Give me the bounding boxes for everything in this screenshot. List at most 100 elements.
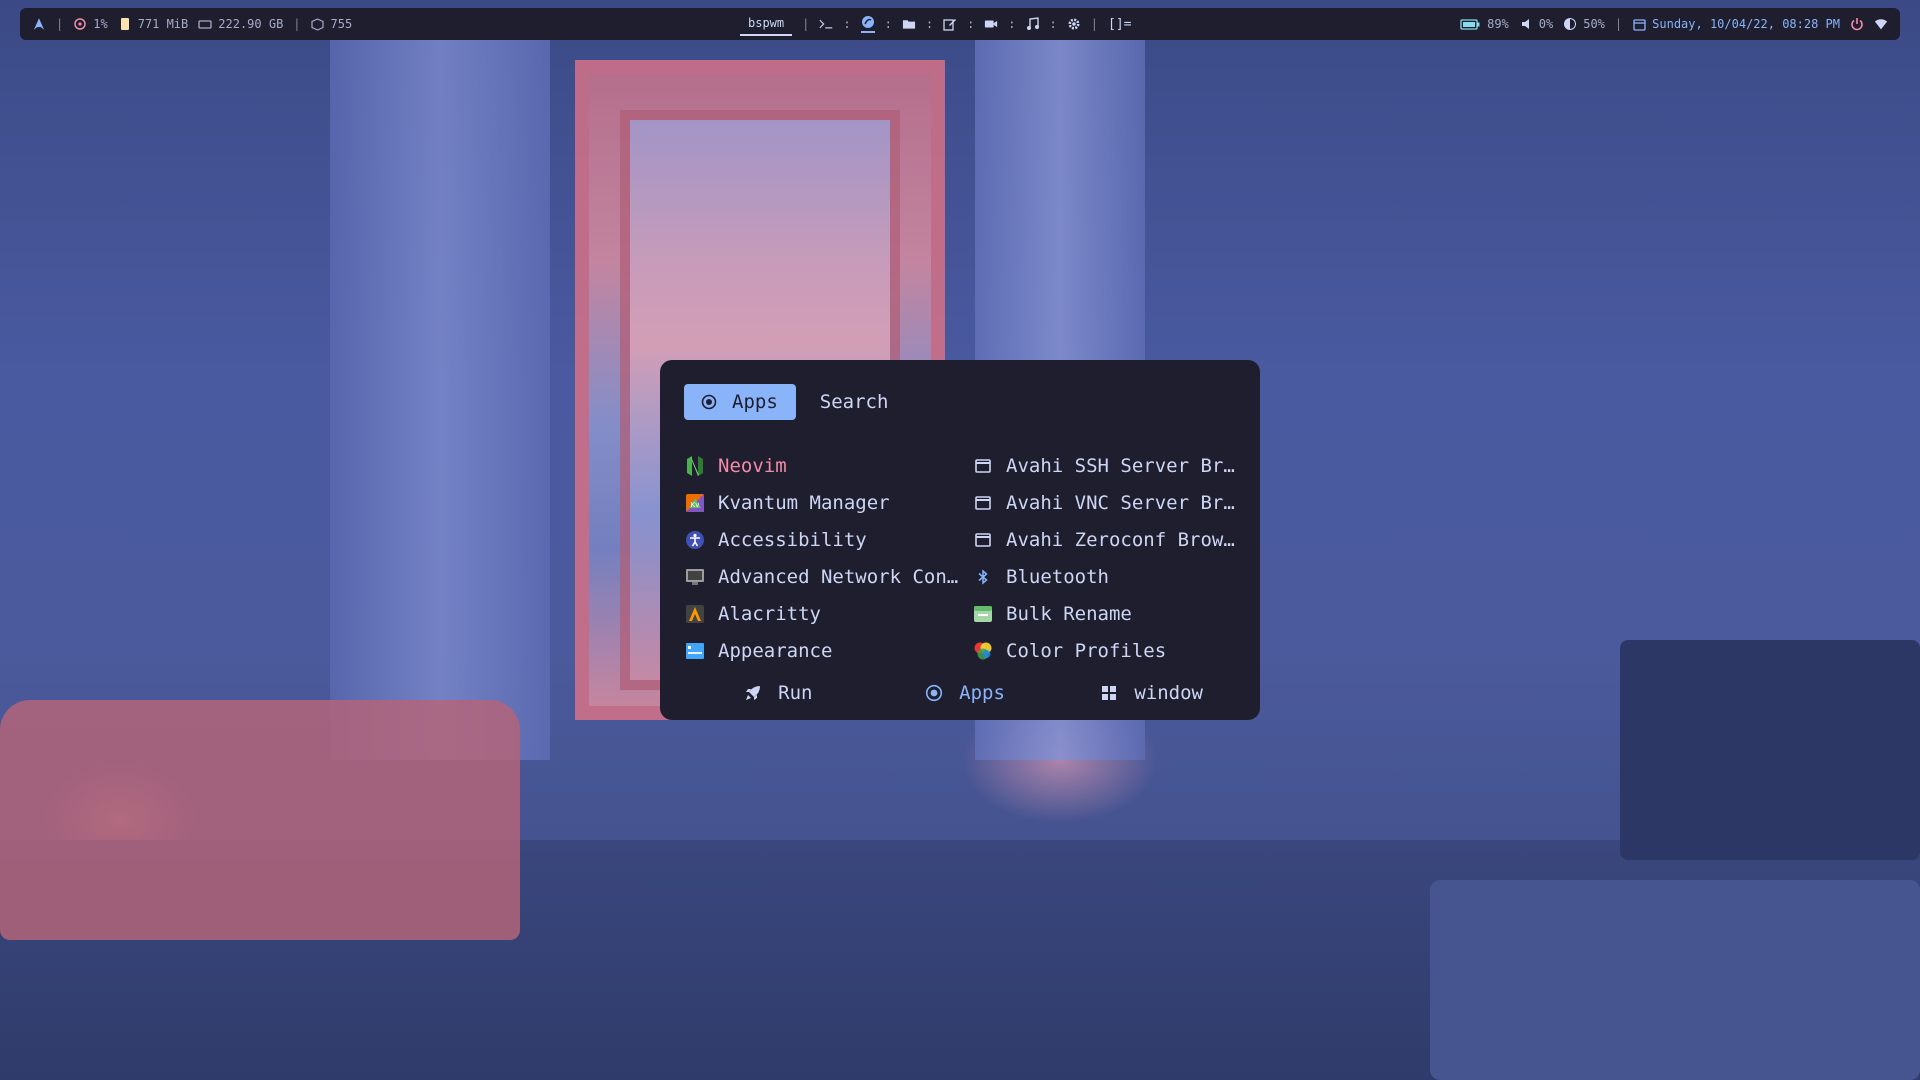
packages-value: 755 [330,17,353,31]
separator: | [802,17,810,31]
appearance-icon [684,640,706,662]
app-label: Advanced Network Con… [718,565,959,588]
window-label: window [1134,682,1203,704]
app-entry-color-profiles[interactable]: Color Profiles [972,632,1244,669]
window-icon [972,529,994,551]
bluetooth-icon [972,566,994,588]
app-label: Bluetooth [1006,565,1109,588]
cpu-indicator: 1% [73,17,108,31]
app-entry-appearance[interactable]: Appearance [684,632,972,669]
rocket-icon [742,682,764,704]
separator: | [1614,17,1623,31]
alacritty-icon [684,603,706,625]
packages-indicator: 755 [311,17,353,31]
battery-indicator: 89% [1459,17,1509,31]
app-label: Bulk Rename [1006,602,1132,625]
volume-indicator[interactable]: 0% [1519,17,1553,31]
app-label: Avahi SSH Server Bro… [1006,454,1244,477]
mode-switcher: Apps Search [684,384,1236,420]
mode-apps-label: Apps [732,391,778,413]
app-entry-alacritty[interactable]: Alacritty [684,595,972,632]
wallpaper-cabinet [1620,640,1920,860]
volume-value: 0% [1538,17,1554,31]
mode-search-label: Search [819,391,889,413]
cpu-value: 1% [93,17,108,31]
app-entry-avahi-vnc[interactable]: Avahi VNC Server Bro… [972,484,1244,521]
app-label: Kvantum Manager [718,491,890,514]
disk-icon [198,17,212,31]
workspace-area: bspwm | : : : : : : | []= [740,8,1131,40]
neovim-icon [684,455,706,477]
separator: | [56,17,64,31]
app-entry-bluetooth[interactable]: Bluetooth [972,558,1244,595]
network-icon [684,566,706,588]
workspace-indicator[interactable]: bspwm [740,12,793,36]
editor-icon[interactable] [943,17,957,31]
brightness-indicator[interactable]: 50% [1563,17,1605,31]
mode-apps-button[interactable]: Apps [684,384,796,420]
apps-footer-label: Apps [959,682,1005,704]
app-label: Avahi Zeroconf Brows… [1006,528,1244,551]
brightness-icon [1563,17,1577,31]
apps-mode-icon [698,391,720,413]
window-icon [972,455,994,477]
terminal-icon[interactable] [819,17,833,31]
app-entry-advanced-network[interactable]: Advanced Network Con… [684,558,972,595]
window-mode-button[interactable]: window [1057,678,1244,708]
app-label: Accessibility [718,528,867,551]
launcher-footer: Run Apps window [684,678,1244,708]
app-launcher: Apps Search Neovim Avahi SSH Server Bro…… [660,360,1260,720]
window-grid-icon [1098,682,1120,704]
app-entry-accessibility[interactable]: Accessibility [684,521,972,558]
color-profiles-icon [972,640,994,662]
brightness-value: 50% [1583,17,1605,31]
wallpaper-sofa [0,700,520,940]
disk-indicator: 222.90 GB [198,17,283,31]
folder-icon[interactable] [902,17,916,31]
memory-indicator: 771 MiB [118,17,189,31]
app-label: Appearance [718,639,833,662]
app-entry-avahi-zeroconf[interactable]: Avahi Zeroconf Brows… [972,521,1244,558]
video-icon[interactable] [984,17,998,31]
accessibility-icon [684,529,706,551]
app-entry-bulk-rename[interactable]: Bulk Rename [972,595,1244,632]
kvantum-icon: Kv [684,492,706,514]
run-mode-button[interactable]: Run [684,678,871,708]
power-icon[interactable] [1850,17,1864,31]
status-bar: | 1% 771 MiB 222.90 GB | 755 bspwm |::… [20,8,1900,40]
app-entry-avahi-ssh[interactable]: Avahi SSH Server Bro… [972,447,1244,484]
memory-icon [118,17,132,31]
package-icon [311,17,325,31]
app-list: Neovim Avahi SSH Server Bro… Kv Kvantum … [684,447,1244,669]
app-entry-kvantum-manager[interactable]: Kv Kvantum Manager [684,484,972,521]
mode-search-button[interactable]: Search [806,384,907,420]
bulk-rename-icon [972,603,994,625]
settings-icon[interactable] [1067,17,1081,31]
calendar-icon [1632,17,1646,31]
wallpaper-curtain-left [330,40,550,760]
app-label: Alacritty [718,602,821,625]
arch-logo-icon[interactable] [32,17,46,31]
apps-mode-footer-button[interactable]: Apps [871,678,1058,708]
datetime-indicator[interactable]: Sunday, 10/04/22, 08:28 PM [1632,17,1840,31]
cpu-icon [73,17,87,31]
wifi-icon[interactable] [1874,17,1888,31]
app-label: Neovim [718,454,787,477]
battery-value: 89% [1487,17,1509,31]
disk-value: 222.90 GB [218,17,284,31]
apps-icon [923,682,945,704]
separator: | [293,17,301,31]
app-entry-neovim[interactable]: Neovim [684,447,972,484]
run-label: Run [778,682,813,704]
app-label: Avahi VNC Server Bro… [1006,491,1244,514]
memory-value: 771 MiB [137,17,189,31]
battery-icon [1459,17,1481,31]
datetime-value: Sunday, 10/04/22, 08:28 PM [1652,17,1840,31]
wallpaper-rug [1430,880,1920,1080]
layout-indicator[interactable]: []= [1108,17,1131,32]
separator: | [1090,17,1098,31]
music-icon[interactable] [1026,17,1040,31]
browser-icon[interactable] [860,15,875,33]
svg-text:Kv: Kv [691,501,700,509]
app-label: Color Profiles [1006,639,1167,662]
